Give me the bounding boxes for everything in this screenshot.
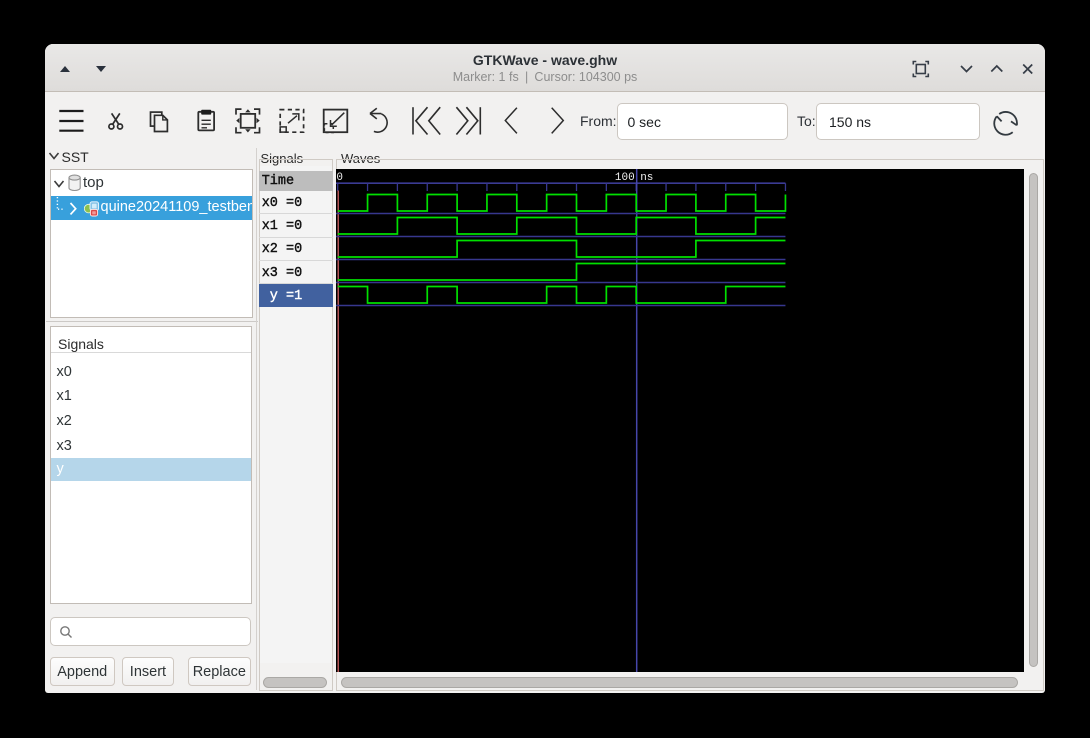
svg-text:ns: ns — [640, 172, 653, 184]
svg-text:0: 0 — [337, 172, 344, 184]
svg-text:100: 100 — [615, 172, 635, 184]
